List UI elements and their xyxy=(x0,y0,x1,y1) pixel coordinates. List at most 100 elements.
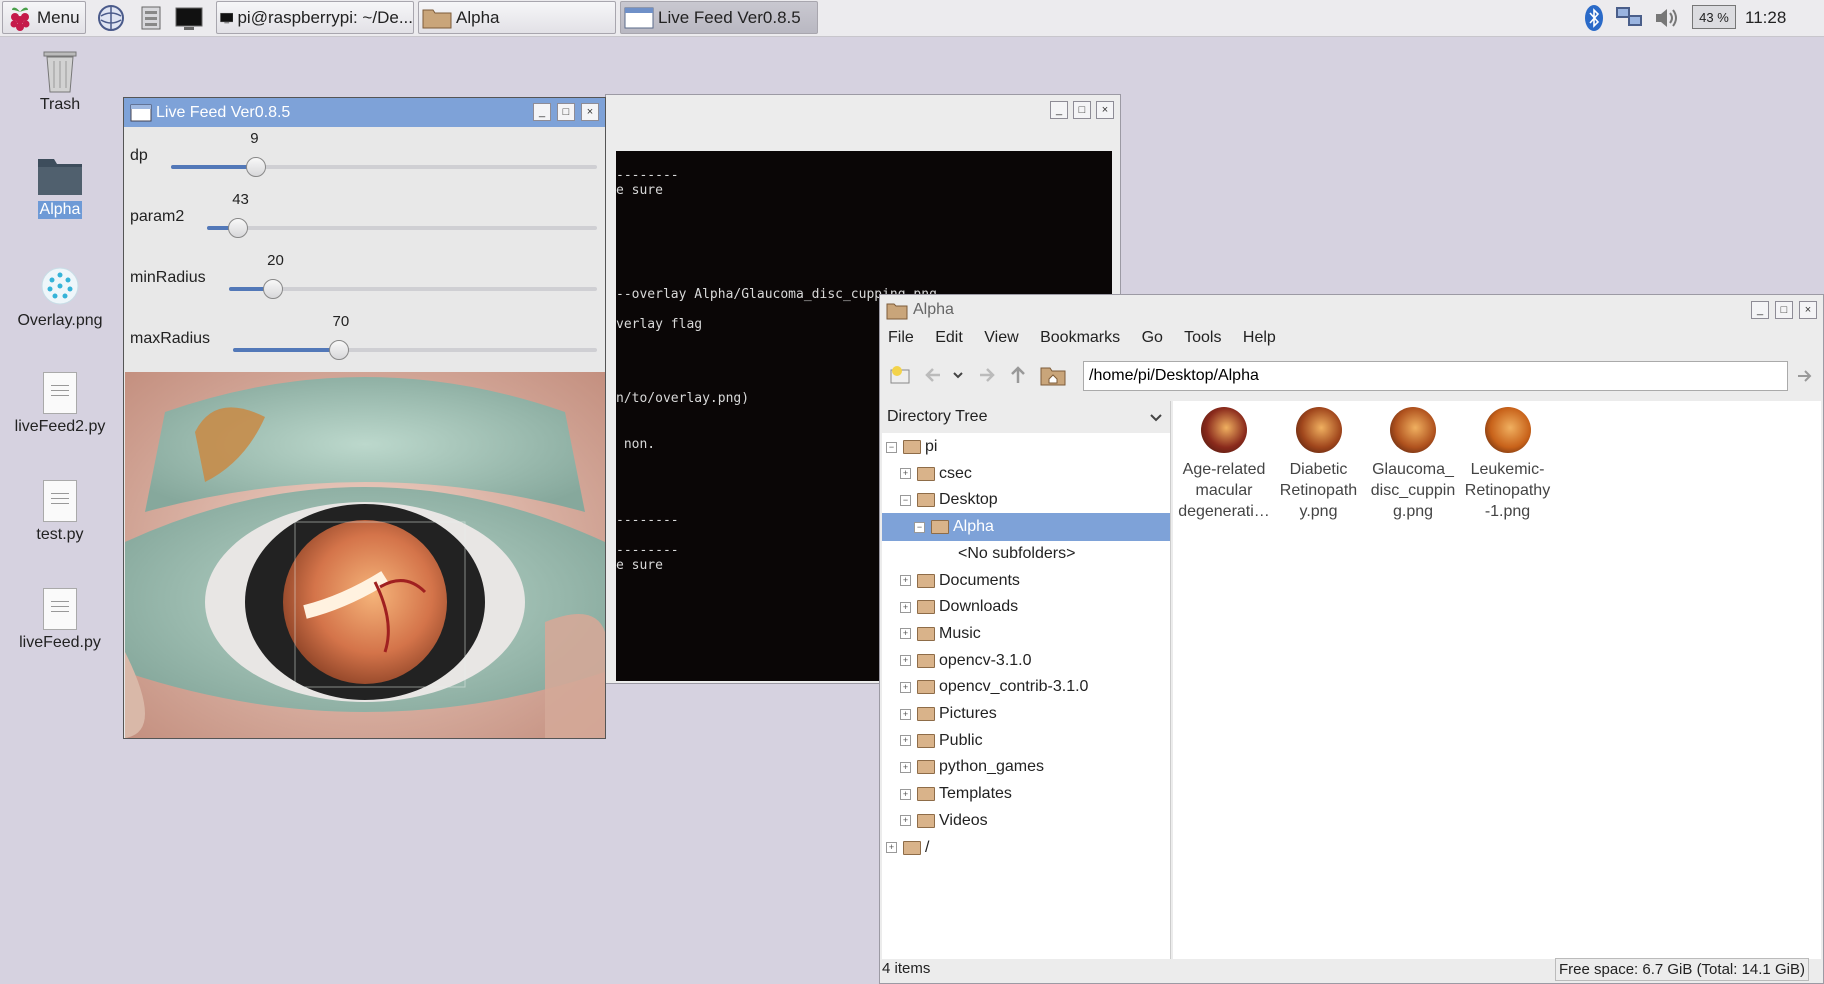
file-item[interactable]: Age-related macular degenerati… xyxy=(1177,407,1271,522)
menu-tools[interactable]: Tools xyxy=(1184,329,1221,346)
menu-view[interactable]: View xyxy=(984,329,1018,346)
minimize-button[interactable]: _ xyxy=(533,103,551,121)
directory-tree-panel[interactable]: Directory Tree − pi + csec − Desktop − Alpha <No… xyxy=(882,401,1171,959)
tree-item[interactable]: − pi xyxy=(882,433,1170,461)
minimize-button[interactable]: _ xyxy=(1050,101,1068,119)
task-live-feed[interactable]: Live Feed Ver0.8.5 xyxy=(620,1,818,34)
tree-item[interactable]: − Alpha xyxy=(882,513,1170,542)
terminal-launcher-icon[interactable] xyxy=(174,4,204,32)
file-manager-window[interactable]: Alpha _ □ × File Edit View Bookmarks Go … xyxy=(879,294,1824,984)
home-folder-icon[interactable] xyxy=(1040,363,1066,387)
collapse-icon[interactable]: − xyxy=(900,494,911,506)
folder-icon xyxy=(917,600,935,615)
tree-item[interactable]: + opencv-3.1.0 xyxy=(882,647,1170,675)
collapse-icon[interactable]: − xyxy=(886,441,897,453)
file-manager-icon[interactable] xyxy=(136,4,166,32)
file-manager-titlebar[interactable]: Alpha _ □ × xyxy=(880,295,1823,325)
expand-icon[interactable]: + xyxy=(900,708,911,720)
clock[interactable]: 11:28 xyxy=(1745,8,1786,28)
menu-file[interactable]: File xyxy=(888,329,914,346)
task-terminal[interactable]: pi@raspberrypi: ~/De... xyxy=(216,1,414,34)
bluetooth-icon[interactable] xyxy=(1582,4,1606,32)
expand-icon[interactable]: + xyxy=(900,735,911,747)
desktop-icon-trash[interactable]: Trash xyxy=(6,44,114,114)
chevron-down-icon[interactable] xyxy=(1148,409,1164,425)
expand-icon[interactable]: + xyxy=(900,761,911,773)
tree-item[interactable]: + Public xyxy=(882,727,1170,755)
tree-item[interactable]: + Documents xyxy=(882,567,1170,595)
location-path-input[interactable] xyxy=(1083,361,1788,391)
expand-icon[interactable]: + xyxy=(900,815,911,827)
expand-icon[interactable]: + xyxy=(900,575,911,586)
live-feed-titlebar[interactable]: Live Feed Ver0.8.5 _ □ × xyxy=(124,98,605,127)
go-icon[interactable] xyxy=(1794,365,1816,387)
chevron-down-icon[interactable] xyxy=(950,363,966,387)
up-arrow-icon[interactable] xyxy=(1006,363,1030,387)
tree-item[interactable]: + csec xyxy=(882,460,1170,488)
file-item[interactable]: Diabetic Retinopath y.png xyxy=(1272,407,1366,522)
new-tab-icon[interactable] xyxy=(888,363,912,387)
maximize-button[interactable]: □ xyxy=(1073,101,1091,119)
file-view-panel[interactable]: Age-related macular degenerati… Diabetic Ret… xyxy=(1173,401,1821,959)
slider-handle[interactable] xyxy=(246,157,267,177)
tree-item[interactable]: + Music xyxy=(882,620,1170,648)
expand-icon[interactable]: + xyxy=(900,468,911,480)
maximize-button[interactable]: □ xyxy=(557,103,575,121)
task-alpha-folder[interactable]: Alpha xyxy=(418,1,616,34)
tree-item[interactable]: + python_games xyxy=(882,753,1170,781)
slider-track[interactable] xyxy=(229,287,597,291)
slider-track[interactable] xyxy=(207,226,597,230)
menu-edit[interactable]: Edit xyxy=(935,329,963,346)
close-button[interactable]: × xyxy=(581,103,599,121)
tree-item[interactable]: + Pictures xyxy=(882,700,1170,728)
expand-icon[interactable]: + xyxy=(900,681,911,693)
slider-handle[interactable] xyxy=(263,279,284,299)
volume-icon[interactable] xyxy=(1652,4,1682,32)
folder-icon xyxy=(917,733,935,748)
file-name-line: macular xyxy=(1195,482,1253,499)
tree-item[interactable]: − Desktop xyxy=(882,486,1170,514)
slider-dp[interactable]: dp 9 xyxy=(124,130,605,192)
minimize-button[interactable]: _ xyxy=(1751,301,1769,319)
directory-tree-header[interactable]: Directory Tree xyxy=(882,401,1170,433)
close-button[interactable]: × xyxy=(1096,101,1114,119)
slider-maxradius[interactable]: maxRadius 70 xyxy=(124,313,605,375)
web-browser-icon[interactable] xyxy=(96,4,126,32)
desktop-icon-livefeed-py[interactable]: liveFeed.py xyxy=(6,588,114,652)
tree-item[interactable]: + opencv_contrib-3.1.0 xyxy=(882,673,1170,701)
file-item[interactable]: Glaucoma_ disc_cuppin g.png xyxy=(1366,407,1460,522)
expand-icon[interactable]: + xyxy=(886,842,897,853)
battery-indicator[interactable]: 43 % xyxy=(1692,5,1736,29)
expand-icon[interactable]: + xyxy=(900,655,911,667)
tree-item[interactable]: + Templates xyxy=(882,780,1170,808)
desktop-icon-overlay-png[interactable]: Overlay.png xyxy=(6,266,114,330)
tree-item[interactable]: <No subfolders> xyxy=(882,540,1170,568)
desktop-icon-alpha[interactable]: Alpha xyxy=(6,155,114,219)
forward-arrow-icon[interactable] xyxy=(974,363,998,387)
expand-icon[interactable]: + xyxy=(900,628,911,640)
menu-go[interactable]: Go xyxy=(1142,329,1163,346)
image-thumbnail xyxy=(1484,407,1531,453)
desktop-icon-test-py[interactable]: test.py xyxy=(6,480,114,544)
slider-minradius[interactable]: minRadius 20 xyxy=(124,252,605,314)
folder-icon xyxy=(903,840,921,855)
desktop-icon-livefeed2-py[interactable]: liveFeed2.py xyxy=(6,372,114,436)
network-icon[interactable] xyxy=(1614,4,1644,32)
file-item[interactable]: Leukemic- Retinopathy -1.png xyxy=(1461,407,1555,522)
expand-icon[interactable]: + xyxy=(900,788,911,800)
menu-bookmarks[interactable]: Bookmarks xyxy=(1040,329,1120,346)
close-button[interactable]: × xyxy=(1799,301,1817,319)
back-arrow-icon[interactable] xyxy=(922,363,946,387)
expand-icon[interactable]: + xyxy=(900,601,911,613)
slider-handle[interactable] xyxy=(328,340,349,360)
slider-handle[interactable] xyxy=(228,218,249,238)
tree-item[interactable]: + Videos xyxy=(882,807,1170,835)
tree-item[interactable]: + Downloads xyxy=(882,593,1170,621)
menu-button[interactable]: Menu xyxy=(2,1,86,34)
tree-item[interactable]: + / xyxy=(882,834,1170,862)
menu-help[interactable]: Help xyxy=(1243,329,1276,346)
live-feed-window[interactable]: Live Feed Ver0.8.5 _ □ × dp 9 param2 43 … xyxy=(123,97,606,739)
collapse-icon[interactable]: − xyxy=(914,521,925,533)
slider-param2[interactable]: param2 43 xyxy=(124,191,605,253)
maximize-button[interactable]: □ xyxy=(1775,301,1793,319)
